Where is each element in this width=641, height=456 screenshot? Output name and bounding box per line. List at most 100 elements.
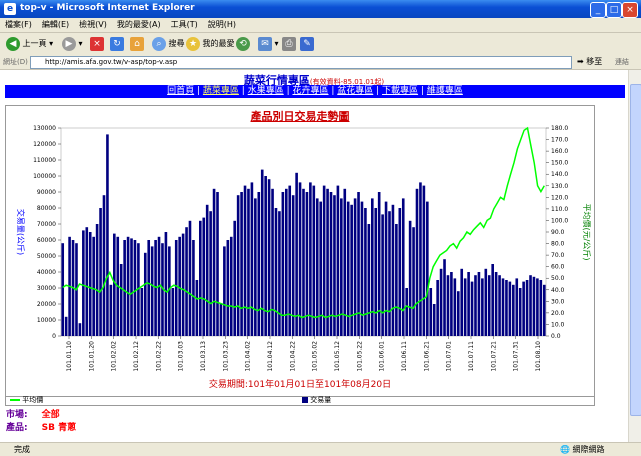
favorites-button[interactable]: ★ 我的最愛 (186, 36, 235, 52)
search-button[interactable]: ⌕ 搜尋 (152, 36, 185, 52)
nav-home[interactable]: 回首頁 (167, 86, 194, 96)
volume-bar (226, 240, 230, 336)
nav-download[interactable]: 下載專區 (382, 86, 418, 96)
volume-bar (85, 227, 89, 336)
mail-button[interactable]: ✉ ▾ (258, 36, 279, 52)
x-tick-label: 101.07.31 (513, 341, 520, 372)
edit-button[interactable]: ✎ (300, 36, 314, 52)
y-right-tick-label: 80.0 (551, 241, 565, 248)
volume-bar (250, 182, 254, 336)
y-right-tick-label: 180.0 (551, 125, 568, 132)
vertical-scrollbar[interactable] (628, 70, 641, 442)
volume-bar (470, 281, 474, 336)
menu-view[interactable]: 檢視(V) (74, 18, 112, 31)
volume-bar (522, 281, 525, 336)
menu-tools[interactable]: 工具(T) (166, 18, 203, 31)
x-tick-label: 101.03.03 (178, 341, 185, 372)
ie-icon: e (4, 3, 16, 15)
volume-bar (333, 195, 336, 336)
volume-bar (305, 192, 309, 336)
volume-bar (233, 220, 237, 336)
volume-bar (99, 208, 102, 336)
x-tick-label: 101.07.01 (446, 341, 453, 372)
history-button[interactable]: ⟲ (236, 36, 250, 52)
y-right-tick-label: 130.0 (551, 183, 568, 190)
volume-bar (188, 220, 192, 336)
nav-vegetable[interactable]: 蔬菜專區 (203, 86, 239, 96)
legend-price-label: 平均價 (22, 396, 44, 404)
volume-bar (367, 224, 371, 336)
y-right-tick-label: 50.0 (551, 275, 565, 282)
nav-flower[interactable]: 花卉專區 (292, 86, 328, 96)
links-button[interactable]: 連結 (615, 57, 629, 67)
go-label: 移至 (586, 57, 603, 66)
menu-favorites[interactable]: 我的最愛(A) (112, 18, 166, 31)
volume-bar (408, 220, 412, 336)
minimize-button[interactable]: _ (590, 2, 606, 18)
refresh-button[interactable]: ↻ (110, 36, 124, 52)
print-icon: ⎙ (282, 36, 296, 51)
volume-bar (309, 182, 312, 336)
volume-bar (82, 230, 85, 336)
volume-bar (181, 233, 185, 336)
menu-file[interactable]: 檔案(F) (0, 18, 37, 31)
menu-help[interactable]: 說明(H) (203, 18, 241, 31)
home-button[interactable]: ⌂ (130, 36, 144, 52)
volume-bar (264, 176, 267, 336)
nav-maintenance[interactable]: 維護專區 (427, 86, 463, 96)
home-icon: ⌂ (130, 36, 144, 51)
y-right-tick-label: 110.0 (551, 206, 568, 213)
y-right-tick-label: 0.0 (551, 333, 561, 340)
x-tick-label: 101.07.11 (468, 341, 475, 372)
volume-bar (436, 280, 439, 336)
scrollbar-thumb[interactable] (630, 84, 641, 416)
volume-bar (453, 278, 457, 336)
menu-edit[interactable]: 編輯(E) (37, 18, 74, 31)
go-button[interactable]: ➡ 移至 (577, 56, 602, 67)
maximize-button[interactable]: □ (606, 2, 622, 18)
address-url: http://amis.afa.gov.tw/v-asp/top-v.asp (45, 58, 178, 66)
volume-bar (450, 272, 453, 336)
volume-bar (439, 268, 443, 336)
chart-container: 產品別日交易走勢圖 0 10000 20000 30000 40000 50000 6000… (5, 105, 595, 397)
x-tick-label: 101.01.10 (66, 341, 73, 372)
volume-bar (150, 246, 154, 336)
y-right-tick-label: 20.0 (551, 310, 565, 317)
x-tick-label: 101.02.12 (133, 341, 140, 372)
close-button[interactable]: × (622, 2, 638, 18)
x-tick-label: 101.06.11 (401, 341, 408, 372)
volume-bar (185, 227, 188, 336)
volume-bar (498, 275, 501, 336)
volume-bar (240, 192, 243, 336)
volume-bar (422, 185, 426, 336)
address-input[interactable]: http://amis.afa.gov.tw/v-asp/top-v.asp (30, 56, 572, 69)
print-button[interactable]: ⎙ (282, 36, 296, 52)
volume-bar (229, 236, 233, 336)
volume-bar (539, 280, 543, 336)
window-titlebar: e top-v - Microsoft Internet Explorer _ … (0, 0, 641, 18)
back-button[interactable]: ◀ 上一頁 ▾ (6, 36, 53, 52)
volume-bar (205, 204, 209, 336)
volume-bar (357, 192, 360, 336)
x-tick-label: 101.07.21 (490, 341, 497, 372)
forward-button[interactable]: ▶ ▾ (62, 36, 83, 52)
y-right-tick-label: 140.0 (551, 171, 568, 178)
stop-button[interactable]: × (90, 36, 104, 52)
volume-bar (281, 192, 285, 336)
volume-bar (212, 188, 216, 336)
chart-date-range: 交易期間:101年01月01日至101年08月20日 (208, 380, 392, 390)
menu-bar: 檔案(F) 編輯(E) 檢視(V) 我的最愛(A) 工具(T) 說明(H) (0, 18, 641, 33)
nav-fruit[interactable]: 水果專區 (248, 86, 284, 96)
volume-bar (61, 243, 65, 336)
volume-bar (113, 233, 116, 336)
volume-bar (398, 208, 402, 336)
status-text: 完成 (14, 445, 30, 454)
volume-bar (195, 280, 199, 336)
volume-bar (381, 214, 384, 336)
x-tick-label: 101.05.02 (312, 341, 319, 372)
nav-potted[interactable]: 盆花專區 (337, 86, 373, 96)
volume-bar (484, 268, 488, 336)
product-row: 產品: SB 青蔥 (6, 420, 76, 433)
y-right-tick-label: 90.0 (551, 229, 565, 236)
x-tick-label: 101.04.22 (289, 341, 296, 372)
